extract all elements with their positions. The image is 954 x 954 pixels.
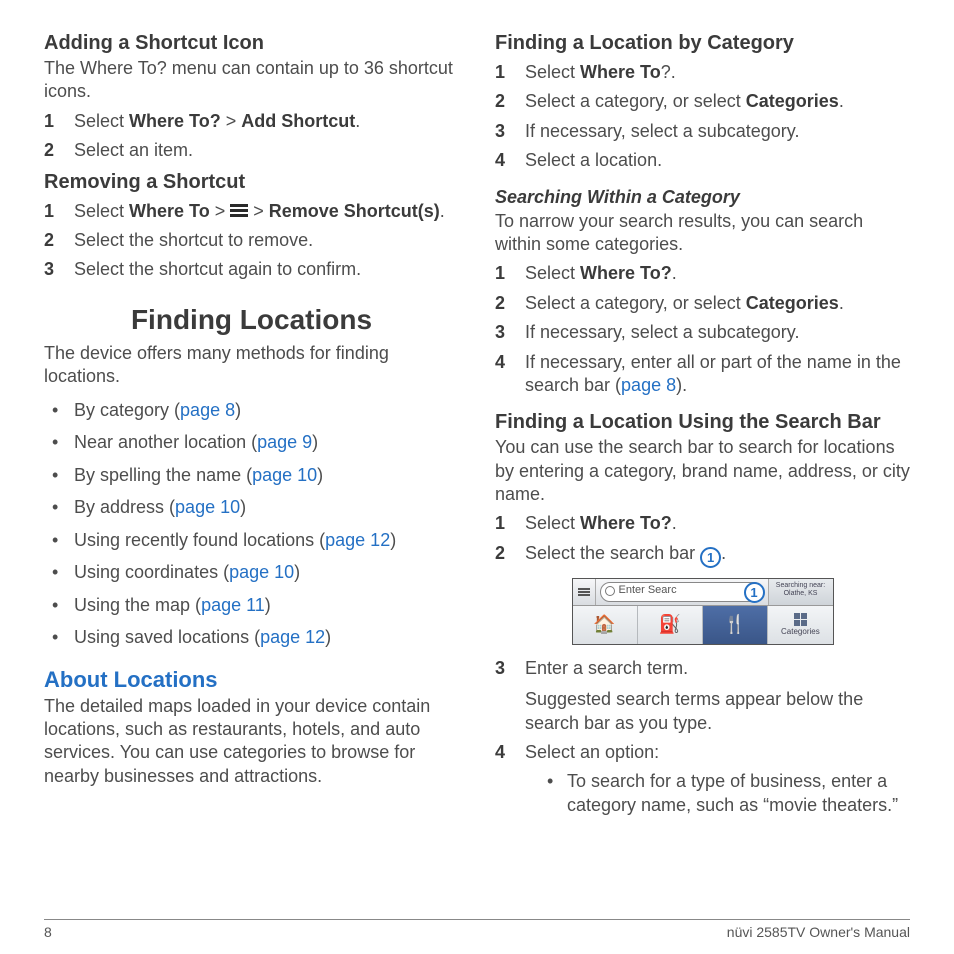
link-page-9[interactable]: page 9 [257,432,312,452]
link-page-8[interactable]: page 8 [621,375,676,395]
removing-step-1: Select Where To > > Remove Shortcut(s). [44,200,459,223]
sb-step4-options: To search for a type of business, enter … [547,770,910,817]
bycat-step-1: Select Where To?. [495,61,910,84]
method-saved: Using saved locations (page 12) [44,626,459,649]
finding-intro: The device offers many methods for findi… [44,342,459,389]
page-footer: 8 nüvi 2585TV Owner's Manual [44,919,910,940]
fuel-icon: ⛽ [638,606,703,644]
link-page-10[interactable]: page 10 [252,465,317,485]
figure-icon-row: 🏠 ⛽ 🍴 Categories [573,606,833,644]
manual-page: Adding a Shortcut Icon The Where To? men… [0,0,954,954]
figure-back-button [573,579,596,605]
searchbar-steps-cont2: Select an option: To search for a type o… [495,741,910,817]
heading-adding-shortcut: Adding a Shortcut Icon [44,32,459,55]
within-step-2: Select a category, or select Categories. [495,292,910,315]
sb-step-2: Select the search bar 1. [495,542,910,568]
heading-about-locations: About Locations [44,667,459,693]
method-coordinates: Using coordinates (page 10) [44,561,459,584]
adding-intro: The Where To? menu can contain up to 36 … [44,57,459,104]
method-by-category: By category (page 8) [44,399,459,422]
link-page-12[interactable]: page 12 [260,627,325,647]
heading-removing-shortcut: Removing a Shortcut [44,171,459,194]
removing-steps: Select Where To > > Remove Shortcut(s). … [44,200,459,282]
restaurant-icon: 🍴 [703,606,768,644]
left-column: Adding a Shortcut Icon The Where To? men… [44,32,459,912]
method-spelling: By spelling the name (page 10) [44,464,459,487]
link-page-12[interactable]: page 12 [325,530,390,550]
figure-searching-near: Searching near: Olathe, KS [768,579,833,605]
searchbar-steps: Select Where To?. Select the search bar … [495,512,910,567]
removing-step-3: Select the shortcut again to confirm. [44,258,459,281]
bycat-step-2: Select a category, or select Categories. [495,90,910,113]
heading-within-category: Searching Within a Category [495,187,910,208]
method-address: By address (page 10) [44,496,459,519]
menu-icon [578,587,590,597]
categories-button: Categories [768,606,832,644]
home-icon: 🏠 [573,606,638,644]
within-steps: Select Where To?. Select a category, or … [495,262,910,397]
sb-step-4: Select an option: To search for a type o… [495,741,910,817]
about-intro: The detailed maps loaded in your device … [44,695,459,789]
heading-by-category: Finding a Location by Category [495,32,910,55]
link-page-10[interactable]: page 10 [229,562,294,582]
bycat-step-4: Select a location. [495,149,910,172]
link-page-8[interactable]: page 8 [180,400,235,420]
heading-finding-locations: Finding Locations [44,304,459,336]
figure-top-row: Enter Searc 1 Searching near: Olathe, KS [573,579,833,606]
adding-step-2: Select an item. [44,139,459,162]
link-page-11[interactable]: page 11 [201,595,265,615]
two-column-layout: Adding a Shortcut Icon The Where To? men… [44,32,910,912]
within-step-1: Select Where To?. [495,262,910,285]
figure-callout-1: 1 [744,582,765,603]
within-step-3: If necessary, select a subcategory. [495,321,910,344]
sb-step4-opt1: To search for a type of business, enter … [547,770,910,817]
menu-icon [230,202,248,219]
figure-search-field: Enter Searc 1 [600,582,764,602]
search-bar-figure: Enter Searc 1 Searching near: Olathe, KS… [572,578,834,645]
figure-search-placeholder: Enter Searc [619,584,677,596]
within-intro: To narrow your search results, you can s… [495,210,910,257]
callout-1-icon: 1 [700,547,721,568]
method-near-location: Near another location (page 9) [44,431,459,454]
manual-title: nüvi 2585TV Owner's Manual [727,924,910,940]
link-page-10[interactable]: page 10 [175,497,240,517]
page-number: 8 [44,924,52,940]
adding-step-1: Select Where To? > Add Shortcut. [44,110,459,133]
bycat-step-3: If necessary, select a subcategory. [495,120,910,143]
finding-methods-list: By category (page 8) Near another locati… [44,399,459,649]
by-category-steps: Select Where To?. Select a category, or … [495,61,910,173]
searchbar-intro: You can use the search bar to search for… [495,436,910,506]
adding-steps: Select Where To? > Add Shortcut. Select … [44,110,459,163]
method-recent: Using recently found locations (page 12) [44,529,459,552]
right-column: Finding a Location by Category Select Wh… [495,32,910,912]
within-step-4: If necessary, enter all or part of the n… [495,351,910,398]
grid-icon [794,613,807,626]
removing-step-2: Select the shortcut to remove. [44,229,459,252]
sb-step-3: Enter a search term. [495,657,910,680]
heading-search-bar: Finding a Location Using the Search Bar [495,411,910,434]
sb-step3-note: Suggested search terms appear below the … [525,688,910,735]
sb-step-1: Select Where To?. [495,512,910,535]
searchbar-steps-cont: Enter a search term. [495,657,910,680]
method-map: Using the map (page 11) [44,594,459,617]
